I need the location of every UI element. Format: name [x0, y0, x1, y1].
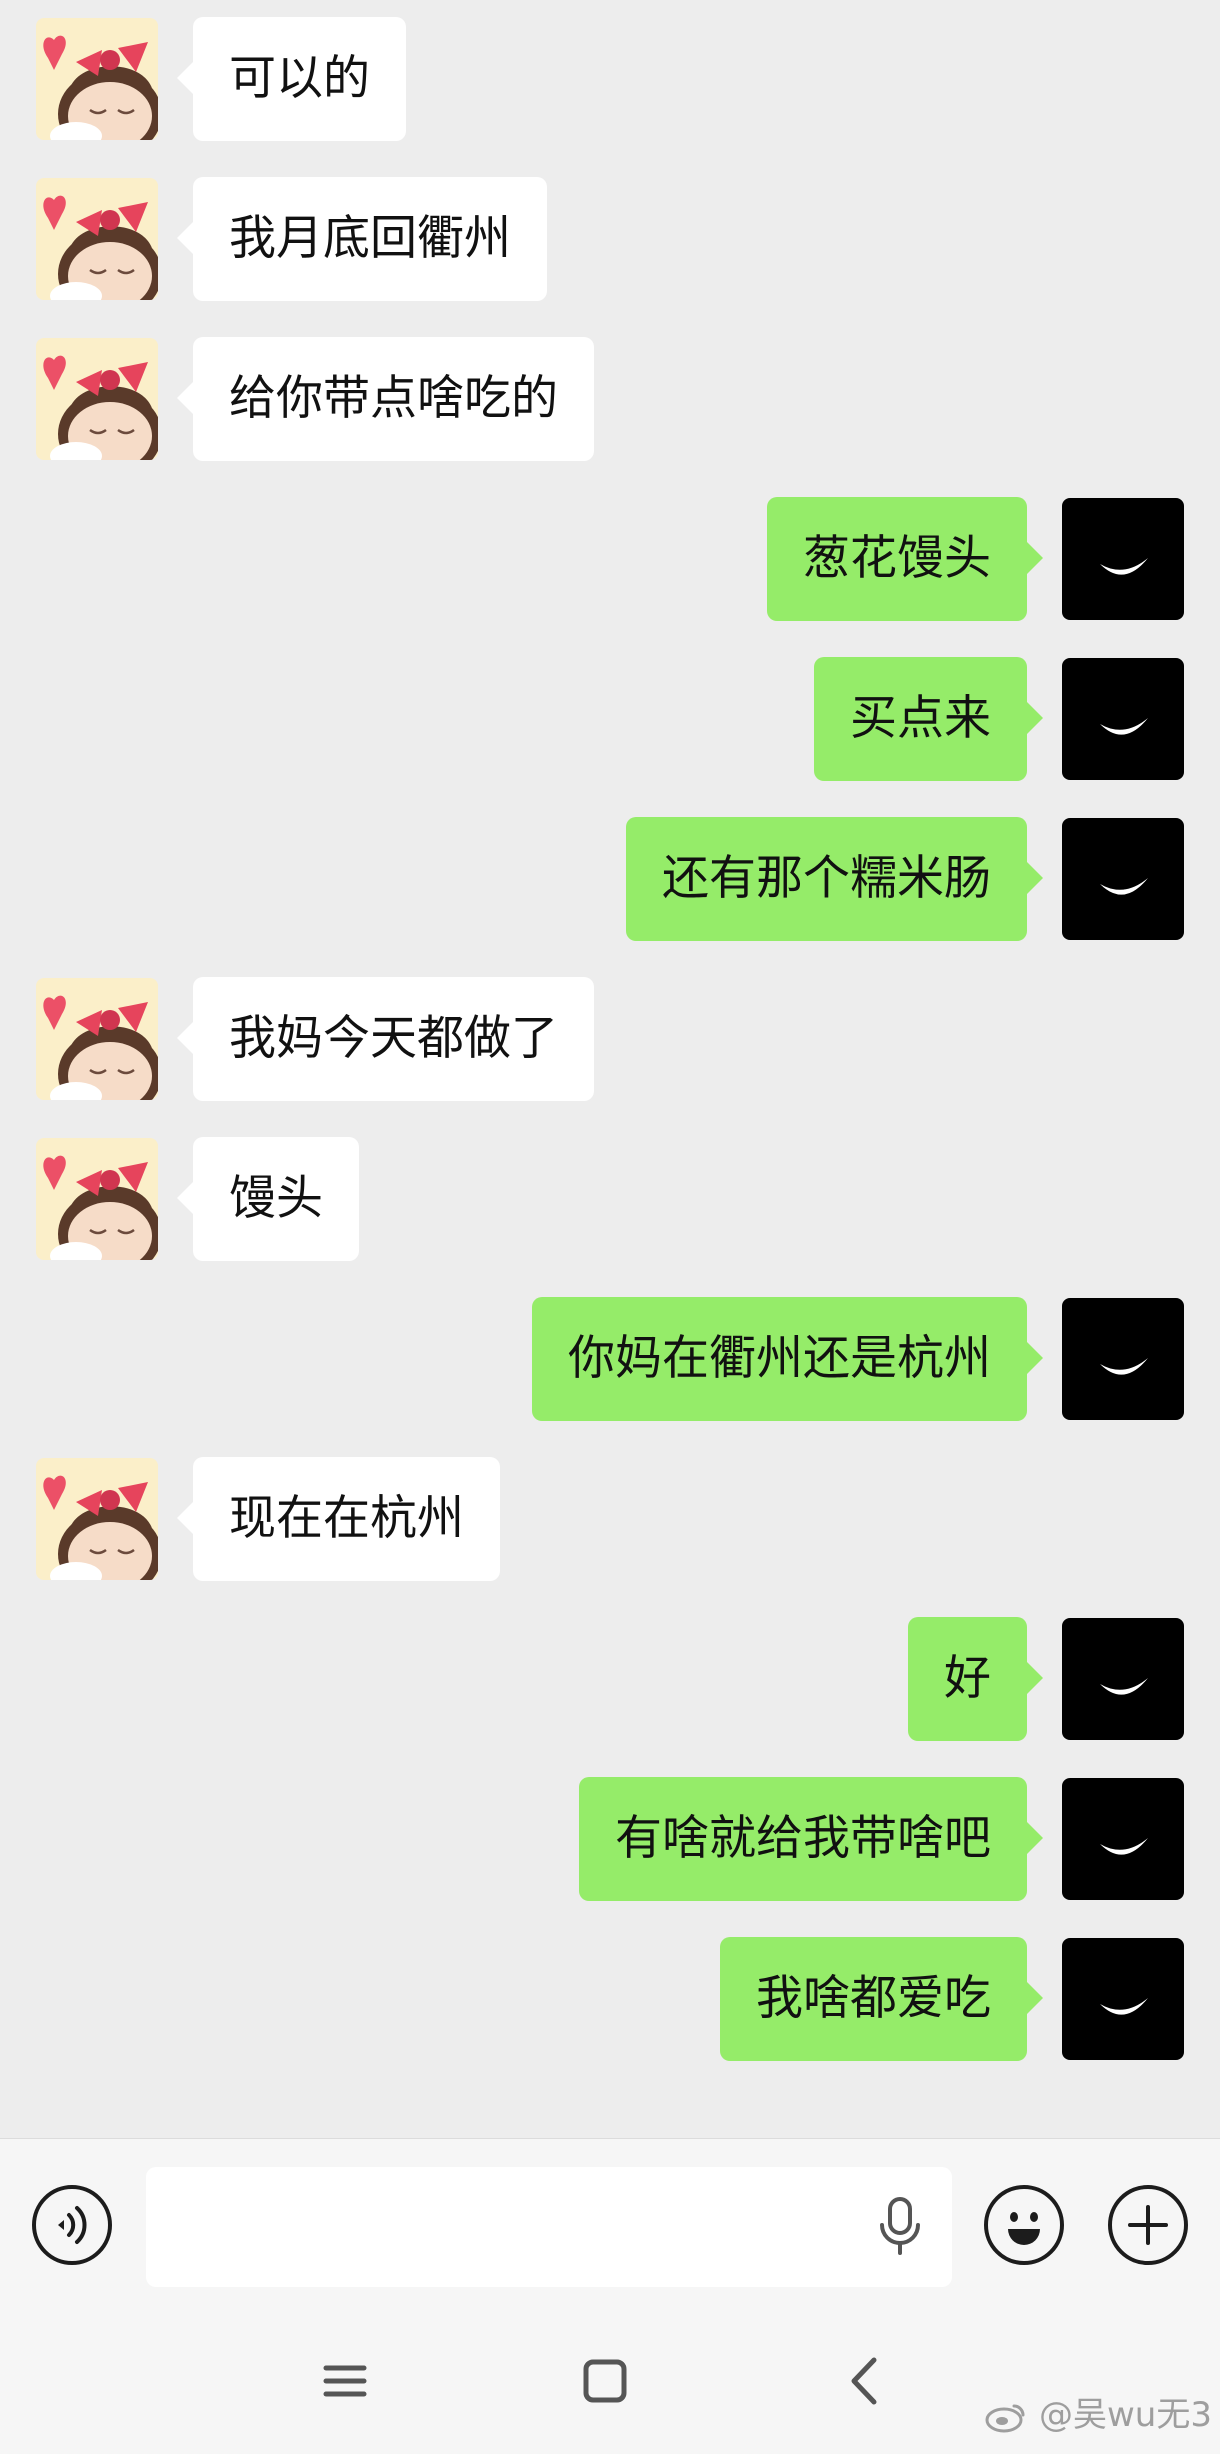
emoji-button[interactable]: [984, 2185, 1064, 2265]
contact-avatar[interactable]: [36, 978, 158, 1100]
back-button[interactable]: [820, 2336, 910, 2426]
message-outgoing: 葱花馒头: [384, 497, 1184, 621]
plus-icon: [1128, 2205, 1168, 2245]
input-bar: [0, 2138, 1220, 2307]
message-bubble[interactable]: 可以的: [177, 17, 406, 141]
voice-mode-button[interactable]: [32, 2185, 112, 2265]
message-outgoing: 你妈在衢州还是杭州: [284, 1297, 1184, 1421]
emoji-icon: [1008, 2212, 1040, 2245]
message-incoming: 我月底回衢州: [36, 177, 736, 301]
my-avatar[interactable]: [1062, 1618, 1184, 1740]
my-avatar[interactable]: [1062, 818, 1184, 940]
my-avatar[interactable]: [1062, 498, 1184, 620]
menu-button[interactable]: [300, 2336, 390, 2426]
watermark-text: @吴wu无3: [1039, 2395, 1212, 2435]
message-outgoing: 买点来: [384, 657, 1184, 781]
menu-icon: [323, 2365, 367, 2397]
weibo-icon: [985, 2404, 1025, 2432]
my-avatar[interactable]: [1062, 658, 1184, 780]
message-outgoing: 我啥都爱吃: [384, 1937, 1184, 2061]
contact-avatar[interactable]: [36, 1458, 158, 1580]
message-bubble[interactable]: 我月底回衢州: [177, 177, 547, 301]
message-incoming: 现在在杭州: [36, 1457, 736, 1581]
message-incoming: 我妈今天都做了: [36, 977, 736, 1101]
contact-avatar[interactable]: [36, 178, 158, 300]
watermark: @吴wu无3: [984, 2387, 1212, 2436]
message-outgoing: 好: [384, 1617, 1184, 1741]
message-incoming: 馒头: [36, 1137, 736, 1261]
message-outgoing: 有啥就给我带啥吧: [284, 1777, 1184, 1901]
back-icon: [851, 2357, 877, 2405]
message-input-field[interactable]: [146, 2167, 952, 2289]
message-bubble[interactable]: 现在在杭州: [177, 1457, 500, 1581]
message-bubble[interactable]: 葱花馒头: [767, 497, 1043, 621]
message-bubble[interactable]: 有啥就给我带啥吧: [579, 1777, 1043, 1901]
chat-area: 可以的 我月底回衢州 给你带点啥吃的 葱花馒头 买点来 还有那个糯米肠 我妈今天…: [0, 0, 1220, 2138]
my-avatar[interactable]: [1062, 1778, 1184, 1900]
message-bubble[interactable]: 买点来: [814, 657, 1043, 781]
message-bubble[interactable]: 还有那个糯米肠: [626, 817, 1043, 941]
message-bubble[interactable]: 好: [908, 1617, 1043, 1741]
message-bubble[interactable]: 你妈在衢州还是杭州: [532, 1297, 1043, 1421]
voice-mode-icon: [58, 2206, 87, 2244]
contact-avatar[interactable]: [36, 338, 158, 460]
message-bubble[interactable]: 我啥都爱吃: [720, 1937, 1043, 2061]
microphone-icon[interactable]: [878, 2195, 922, 2259]
my-avatar[interactable]: [1062, 1298, 1184, 1420]
message-incoming: 给你带点啥吃的: [36, 337, 736, 461]
message-incoming: 可以的: [36, 17, 636, 141]
contact-avatar[interactable]: [36, 18, 158, 140]
my-avatar[interactable]: [1062, 1938, 1184, 2060]
system-navigation-bar: @吴wu无3: [0, 2306, 1220, 2454]
home-icon: [583, 2359, 627, 2403]
message-bubble[interactable]: 我妈今天都做了: [177, 977, 594, 1101]
message-bubble[interactable]: 给你带点啥吃的: [177, 337, 594, 461]
message-outgoing: 还有那个糯米肠: [384, 817, 1184, 941]
message-input[interactable]: [166, 2167, 850, 2289]
message-bubble[interactable]: 馒头: [177, 1137, 359, 1261]
more-actions-button[interactable]: [1108, 2185, 1188, 2265]
home-button[interactable]: [560, 2336, 650, 2426]
contact-avatar[interactable]: [36, 1138, 158, 1260]
